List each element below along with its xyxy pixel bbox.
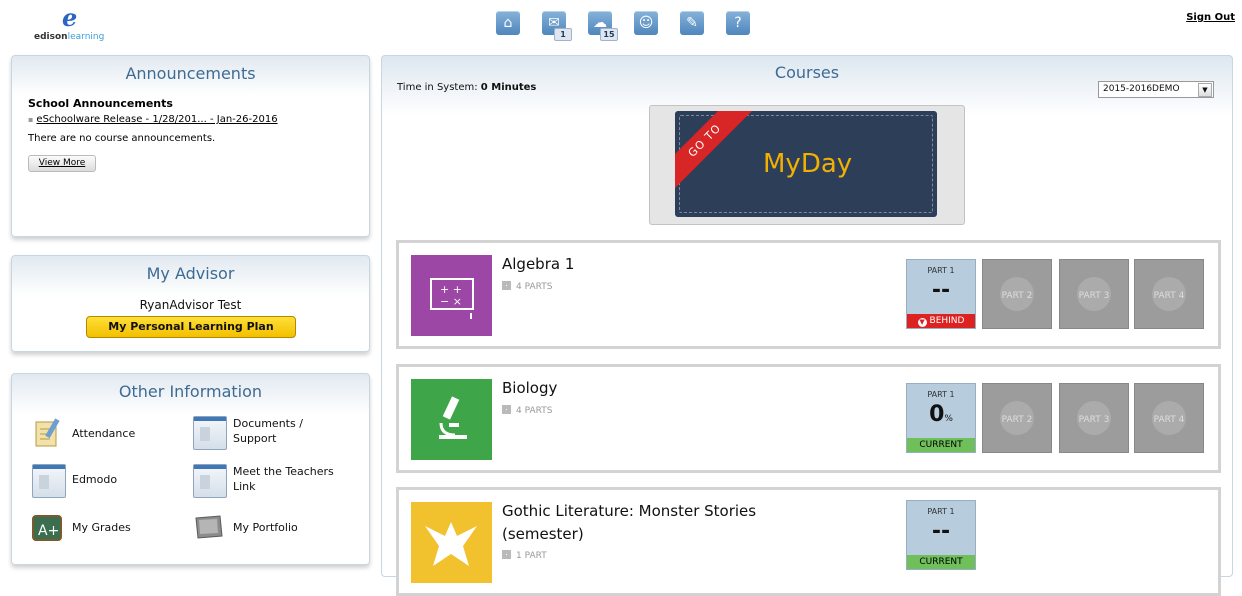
courses-title: Courses (774, 63, 840, 82)
documents-icon (193, 416, 227, 450)
alerts-count-badge: 15 (600, 28, 618, 41)
part-1-tile[interactable]: PART 1 -- CURRENT (906, 500, 976, 570)
locked-part-tile: PART 2 (982, 259, 1052, 329)
status-badge: CURRENT (907, 555, 975, 569)
course-card-algebra-1[interactable]: + + − × Algebra 1 4 PARTS PART 1 -- ▼ BEH… (396, 240, 1221, 349)
documents-support-label: Documents / Support (233, 417, 303, 445)
myday-text: MyDay (763, 149, 853, 179)
school-year-select[interactable]: 2015-2016DEMO ▼ (1098, 81, 1214, 98)
home-icon[interactable]: ⌂ (496, 11, 520, 35)
svg-text:− ×: − × (440, 295, 462, 308)
school-year-value: 2015-2016DEMO (1103, 84, 1180, 94)
course-announcements-note: There are no course announcements. (28, 133, 216, 144)
microscope-icon (411, 379, 492, 460)
school-announcements-heading: School Announcements (28, 97, 173, 110)
math-board-icon: + + − × (411, 255, 492, 336)
part-1-label: PART 1 (927, 390, 955, 399)
courses-panel: Courses Time in System: 0 Minutes 2015-2… (381, 55, 1233, 596)
attendance-icon (35, 418, 60, 447)
phoenix-icon (411, 502, 492, 583)
locked-part-tile: PART 4 (1134, 259, 1204, 329)
course-name[interactable]: Biology (502, 377, 762, 400)
locked-part-tile: PART 3 (1059, 383, 1129, 453)
svg-text:A+: A+ (38, 523, 59, 539)
logo-mark: e (62, 3, 78, 32)
behind-icon: ▼ (917, 318, 927, 327)
portfolio-icon (195, 515, 223, 539)
people-icon[interactable]: ☺ (634, 11, 658, 35)
logo-wordmark: edisonlearning (34, 32, 105, 42)
alerts-icon[interactable]: ☁ 15 (588, 11, 618, 41)
chevron-down-icon[interactable]: ▼ (1198, 83, 1212, 97)
part-1-tile[interactable]: PART 1 0% CURRENT (906, 383, 976, 453)
part-1-value: -- (931, 519, 951, 544)
edmodo-label: Edmodo (72, 473, 118, 486)
grid-icon (502, 281, 511, 290)
locked-part-tile: PART 4 (1134, 383, 1204, 453)
course-card-gothic-literature[interactable]: Gothic Literature: Monster Stories (seme… (396, 487, 1221, 596)
grid-icon (502, 550, 511, 559)
personal-learning-plan-button[interactable]: My Personal Learning Plan (86, 316, 296, 338)
other-information-panel: Other Information Attendance Documents /… (11, 373, 370, 565)
locked-part-tile: PART 2 (982, 383, 1052, 453)
part-1-label: PART 1 (927, 507, 955, 516)
edit-icon[interactable]: ✎ (680, 11, 704, 35)
grid-icon (502, 405, 511, 414)
messages-count-badge: 1 (554, 28, 572, 41)
attendance-label: Attendance (72, 427, 136, 440)
top-bar: e edisonlearning ⌂ ✉ 1 ☁ 15 ☺ ✎ ? Sign Out (0, 0, 1242, 50)
part-1-tile[interactable]: PART 1 -- ▼ BEHIND (906, 259, 976, 329)
part-1-value: -- (931, 278, 951, 303)
edison-learning-logo[interactable]: e edisonlearning (34, 3, 124, 43)
myday-banner: GO TO MyDay (675, 111, 937, 217)
go-to-myday-button[interactable]: GO TO MyDay (649, 105, 965, 225)
announcement-link[interactable]: ▪ eSchoolware Release - 1/28/201... - Jan… (28, 114, 278, 125)
my-grades-label: My Grades (72, 521, 131, 534)
grades-icon: A+ (32, 515, 62, 541)
advisor-name: RyanAdvisor Test (139, 298, 242, 312)
course-card-biology[interactable]: Biology 4 PARTS PART 1 0% CURRENT PART 2… (396, 364, 1221, 473)
meet-the-teachers-label: Meet the Teachers Link (233, 465, 334, 493)
part-1-label: PART 1 (927, 266, 955, 275)
time-in-system-value: 0 Minutes (480, 82, 537, 93)
bullet-icon: ▪ (28, 115, 34, 124)
sign-out-link[interactable]: Sign Out (1186, 12, 1235, 23)
advisor-panel: My Advisor RyanAdvisor Test My Personal … (11, 255, 370, 352)
announcements-panel: Announcements School Announcements ▪ eSch… (11, 55, 370, 237)
announcements-title: Announcements (125, 64, 256, 83)
time-in-system: Time in System: 0 Minutes (397, 82, 537, 93)
locked-part-tile: PART 3 (1059, 259, 1129, 329)
view-more-button[interactable]: View More (28, 155, 96, 172)
my-portfolio-label: My Portfolio (233, 521, 298, 534)
edmodo-icon (32, 464, 66, 498)
help-icon[interactable]: ? (726, 11, 750, 35)
other-information-title: Other Information (118, 382, 263, 401)
course-parts-count: 4 PARTS (502, 281, 552, 292)
status-badge: CURRENT (907, 438, 975, 452)
messages-icon[interactable]: ✉ 1 (542, 11, 572, 41)
course-parts-count: 4 PARTS (502, 405, 552, 416)
part-1-value: 0% (929, 402, 953, 427)
course-name[interactable]: Algebra 1 (502, 253, 762, 276)
status-badge: ▼ BEHIND (907, 314, 975, 328)
advisor-title: My Advisor (146, 264, 235, 283)
teachers-icon (193, 464, 227, 498)
course-name[interactable]: Gothic Literature: Monster Stories (seme… (502, 500, 762, 546)
